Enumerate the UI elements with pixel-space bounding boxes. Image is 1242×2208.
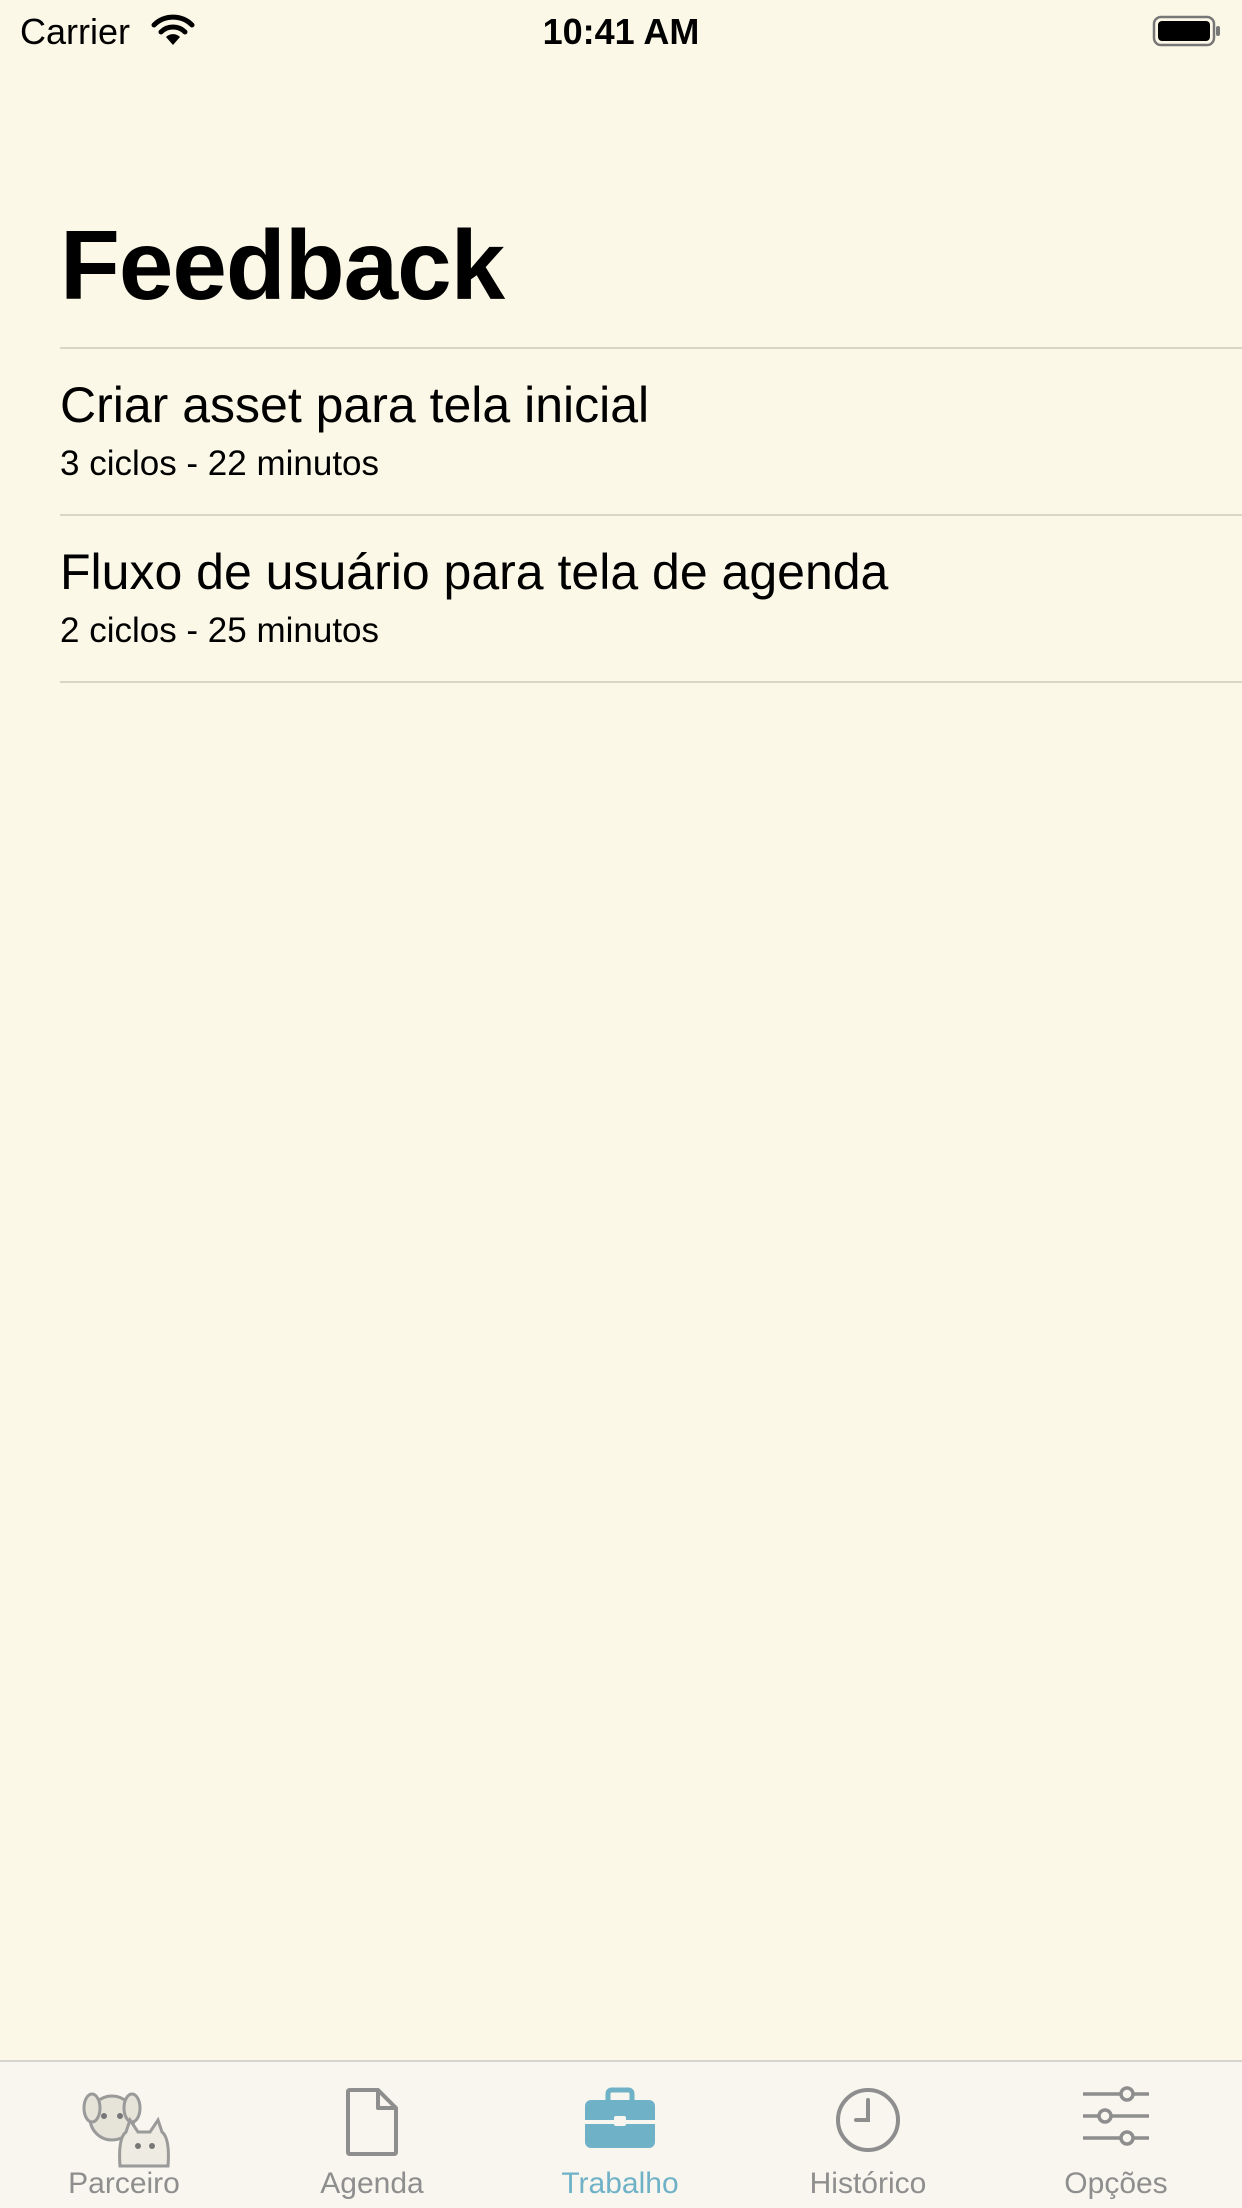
tab-opcoes[interactable]: Opções	[992, 2062, 1240, 2208]
document-icon	[346, 2088, 398, 2156]
tab-agenda[interactable]: Agenda	[248, 2062, 496, 2208]
briefcase-icon	[585, 2087, 655, 2148]
tab-label: Histórico	[809, 2167, 927, 2200]
task-list: Criar asset para tela inicial 3 ciclos -…	[60, 347, 1242, 683]
tab-label: Parceiro	[68, 2167, 180, 2200]
battery-icon	[1152, 15, 1220, 47]
page-title: Feedback	[60, 210, 505, 320]
item-subtitle: 2 ciclos - 25 minutos	[60, 611, 380, 650]
tab-trabalho[interactable]: Trabalho	[496, 2062, 744, 2208]
clock-icon	[836, 2088, 900, 2152]
tab-label: Opções	[1064, 2167, 1168, 2200]
list-item[interactable]: Criar asset para tela inicial 3 ciclos -…	[60, 347, 1242, 514]
pets-icon	[82, 2092, 170, 2168]
tab-historico[interactable]: Histórico	[744, 2062, 992, 2208]
item-subtitle: 3 ciclos - 22 minutos	[60, 444, 380, 483]
status-time: 10:41 AM	[542, 11, 700, 52]
tab-parceiro[interactable]: Parceiro	[0, 2062, 248, 2208]
item-title: Fluxo de usuário para tela de agenda	[60, 544, 889, 600]
status-bar: Carrier 10:41 AM	[0, 0, 1242, 60]
sliders-icon	[1083, 2086, 1149, 2146]
tab-bar: Parceiro Agenda Trabalho Histórico Opçõe…	[0, 2060, 1242, 2208]
tab-label: Agenda	[320, 2167, 424, 2200]
item-title: Criar asset para tela inicial	[60, 377, 650, 433]
list-item[interactable]: Fluxo de usuário para tela de agenda 2 c…	[60, 514, 1242, 683]
tab-label: Trabalho	[561, 2167, 679, 2200]
